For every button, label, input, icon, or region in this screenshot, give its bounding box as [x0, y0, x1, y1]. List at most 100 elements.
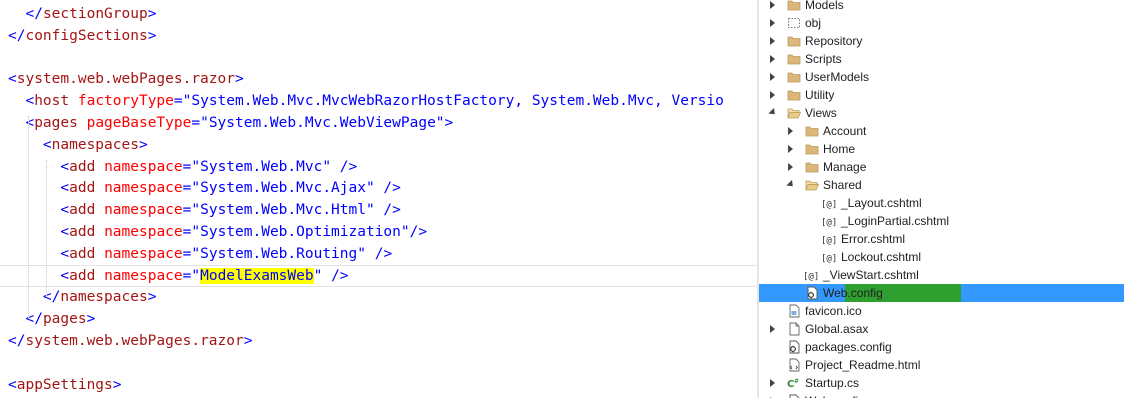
- expanded-arrow-icon[interactable]: [786, 179, 796, 190]
- solution-explorer[interactable]: Models obj Repository Scripts UserModels Util…: [759, 0, 1124, 398]
- xml-punctuation: [95, 202, 104, 218]
- xml-punctuation: </: [8, 27, 26, 44]
- tree-item-label: Startup.cs: [805, 376, 860, 390]
- collapsed-arrow-icon[interactable]: [788, 163, 793, 171]
- config-file-icon: [787, 394, 801, 398]
- code-line[interactable]: <appSettings>: [0, 374, 757, 396]
- xml-punctuation: >: [243, 333, 253, 349]
- config-file-icon: [787, 340, 801, 354]
- tree-item-label: Scripts: [805, 52, 842, 66]
- xml-punctuation: <: [25, 93, 35, 110]
- collapsed-arrow-icon[interactable]: [770, 37, 775, 45]
- tree-item-web-config[interactable]: Web.config: [759, 284, 1124, 302]
- code-line[interactable]: <add namespace="System.Web.Mvc" />: [0, 156, 757, 178]
- tree-item-label: favicon.ico: [805, 304, 862, 318]
- collapsed-arrow-icon[interactable]: [770, 1, 775, 9]
- xml-punctuation: [69, 93, 78, 109]
- tree-item-favicon-ico[interactable]: favicon.ico: [759, 302, 1124, 320]
- indent-guide: [45, 160, 47, 296]
- tree-item-label: obj: [805, 16, 822, 30]
- xml-punctuation: />: [331, 158, 358, 175]
- collapsed-arrow-icon[interactable]: [770, 73, 775, 81]
- code-line[interactable]: </sectionGroup>: [0, 3, 757, 25]
- code-line[interactable]: </namespaces>: [0, 286, 757, 308]
- folder-icon: [787, 52, 801, 66]
- tree-item-project-readme-html[interactable]: Project_Readme.html: [759, 356, 1124, 374]
- collapsed-arrow-icon[interactable]: [770, 379, 775, 387]
- tree-item-obj[interactable]: obj: [759, 14, 1124, 32]
- folder-icon: [805, 142, 819, 156]
- xml-punctuation: />: [365, 245, 393, 262]
- expanded-arrow-icon[interactable]: [768, 107, 778, 118]
- code-line[interactable]: </pages>: [0, 308, 757, 330]
- code-line[interactable]: <add namespace="System.Web.Mvc.Html" />: [0, 199, 757, 221]
- svg-text:[@]: [@]: [821, 236, 837, 246]
- code-line[interactable]: <host factoryType="System.Web.Mvc.MvcWeb…: [0, 90, 757, 112]
- xml-punctuation: <: [60, 180, 70, 197]
- xml-punctuation: >: [86, 311, 96, 328]
- tree-item-lockout-cshtml[interactable]: [@] Lockout.cshtml: [759, 248, 1124, 266]
- tree-item-label: Shared: [823, 178, 862, 192]
- collapsed-arrow-icon[interactable]: [770, 55, 775, 63]
- collapsed-arrow-icon[interactable]: [770, 91, 775, 99]
- tree-item-account[interactable]: Account: [759, 122, 1124, 140]
- tree-item-manage[interactable]: Manage: [759, 158, 1124, 176]
- code-line[interactable]: <add namespace="System.Web.Optimization"…: [0, 221, 757, 243]
- code-line[interactable]: <add namespace="System.Web.Mvc.Ajax" />: [0, 177, 757, 199]
- tree-item-label: Error.cshtml: [841, 232, 906, 246]
- tree-item-repository[interactable]: Repository: [759, 32, 1124, 50]
- xml-tag-name: add: [69, 224, 96, 240]
- razor-file-icon: [@]: [821, 232, 837, 246]
- code-line[interactable]: <add namespace="System.Web.Routing" />: [0, 243, 757, 265]
- tree-item-views[interactable]: Views: [759, 104, 1124, 122]
- code-line-current[interactable]: <add namespace="ModelExamsWeb" />: [0, 264, 757, 287]
- folder-icon: [787, 70, 801, 84]
- tree-item-loginpartial-cshtml[interactable]: [@] _LoginPartial.cshtml: [759, 212, 1124, 230]
- xml-punctuation: >: [147, 6, 157, 22]
- xml-tag-name: sectionGroup: [42, 6, 148, 22]
- tree-item-utility[interactable]: Utility: [759, 86, 1124, 104]
- code-line[interactable]: <pages pageBaseType="System.Web.Mvc.WebV…: [0, 112, 757, 134]
- config-file-icon: [805, 286, 819, 300]
- collapsed-arrow-icon[interactable]: [788, 145, 793, 153]
- code-editor[interactable]: </sectionGroup> </configSections> <system.…: [0, 0, 757, 398]
- xml-attribute-name: namespace: [104, 224, 183, 240]
- tree-item-usermodels[interactable]: UserModels: [759, 68, 1124, 86]
- tree-item-viewstart-cshtml[interactable]: [@] _ViewStart.cshtml: [759, 266, 1124, 284]
- tree-item-layout-cshtml[interactable]: [@] _Layout.cshtml: [759, 194, 1124, 212]
- code-line[interactable]: [0, 47, 757, 69]
- tree-item-label: Web.config: [823, 286, 883, 300]
- code-line[interactable]: <namespaces>: [0, 134, 757, 156]
- code-line[interactable]: </configSections>: [0, 25, 757, 47]
- folder-icon: [787, 0, 801, 12]
- xml-attribute-value: "System.Web.Mvc.WebViewPage": [200, 115, 445, 131]
- xml-punctuation: />: [322, 267, 349, 284]
- xml-punctuation: />: [409, 224, 428, 240]
- xml-tag-name: system.web.webPages.razor: [16, 71, 235, 88]
- collapsed-arrow-icon[interactable]: [788, 127, 793, 135]
- tree-item-web-config[interactable]: Web.config: [759, 392, 1124, 398]
- collapsed-arrow-icon[interactable]: [770, 19, 775, 27]
- xml-tag-name: appSettings: [16, 376, 113, 393]
- code-line[interactable]: <system.web.webPages.razor>: [0, 68, 757, 90]
- svg-text:[@]: [@]: [821, 254, 837, 264]
- collapsed-arrow-icon[interactable]: [770, 325, 775, 333]
- tree-item-global-asax[interactable]: Global.asax: [759, 320, 1124, 338]
- tree-item-home[interactable]: Home: [759, 140, 1124, 158]
- tree-item-shared[interactable]: Shared: [759, 176, 1124, 194]
- tree-item-scripts[interactable]: Scripts: [759, 50, 1124, 68]
- tree-item-error-cshtml[interactable]: [@] Error.cshtml: [759, 230, 1124, 248]
- xml-punctuation: =: [191, 115, 201, 131]
- xml-punctuation: =: [173, 93, 183, 110]
- tree-item-packages-config[interactable]: packages.config: [759, 338, 1124, 356]
- code-line[interactable]: [0, 352, 757, 374]
- tree-item-label: Models: [805, 0, 844, 12]
- tree-item-models[interactable]: Models: [759, 0, 1124, 14]
- tree-item-startup-cs[interactable]: C # Startup.cs: [759, 374, 1124, 392]
- svg-text:[@]: [@]: [821, 200, 837, 210]
- code-line[interactable]: </system.web.webPages.razor>: [0, 330, 757, 352]
- indent-guide: [28, 116, 30, 318]
- razor-file-icon: [@]: [821, 196, 837, 210]
- tree-item-label: Manage: [823, 160, 867, 174]
